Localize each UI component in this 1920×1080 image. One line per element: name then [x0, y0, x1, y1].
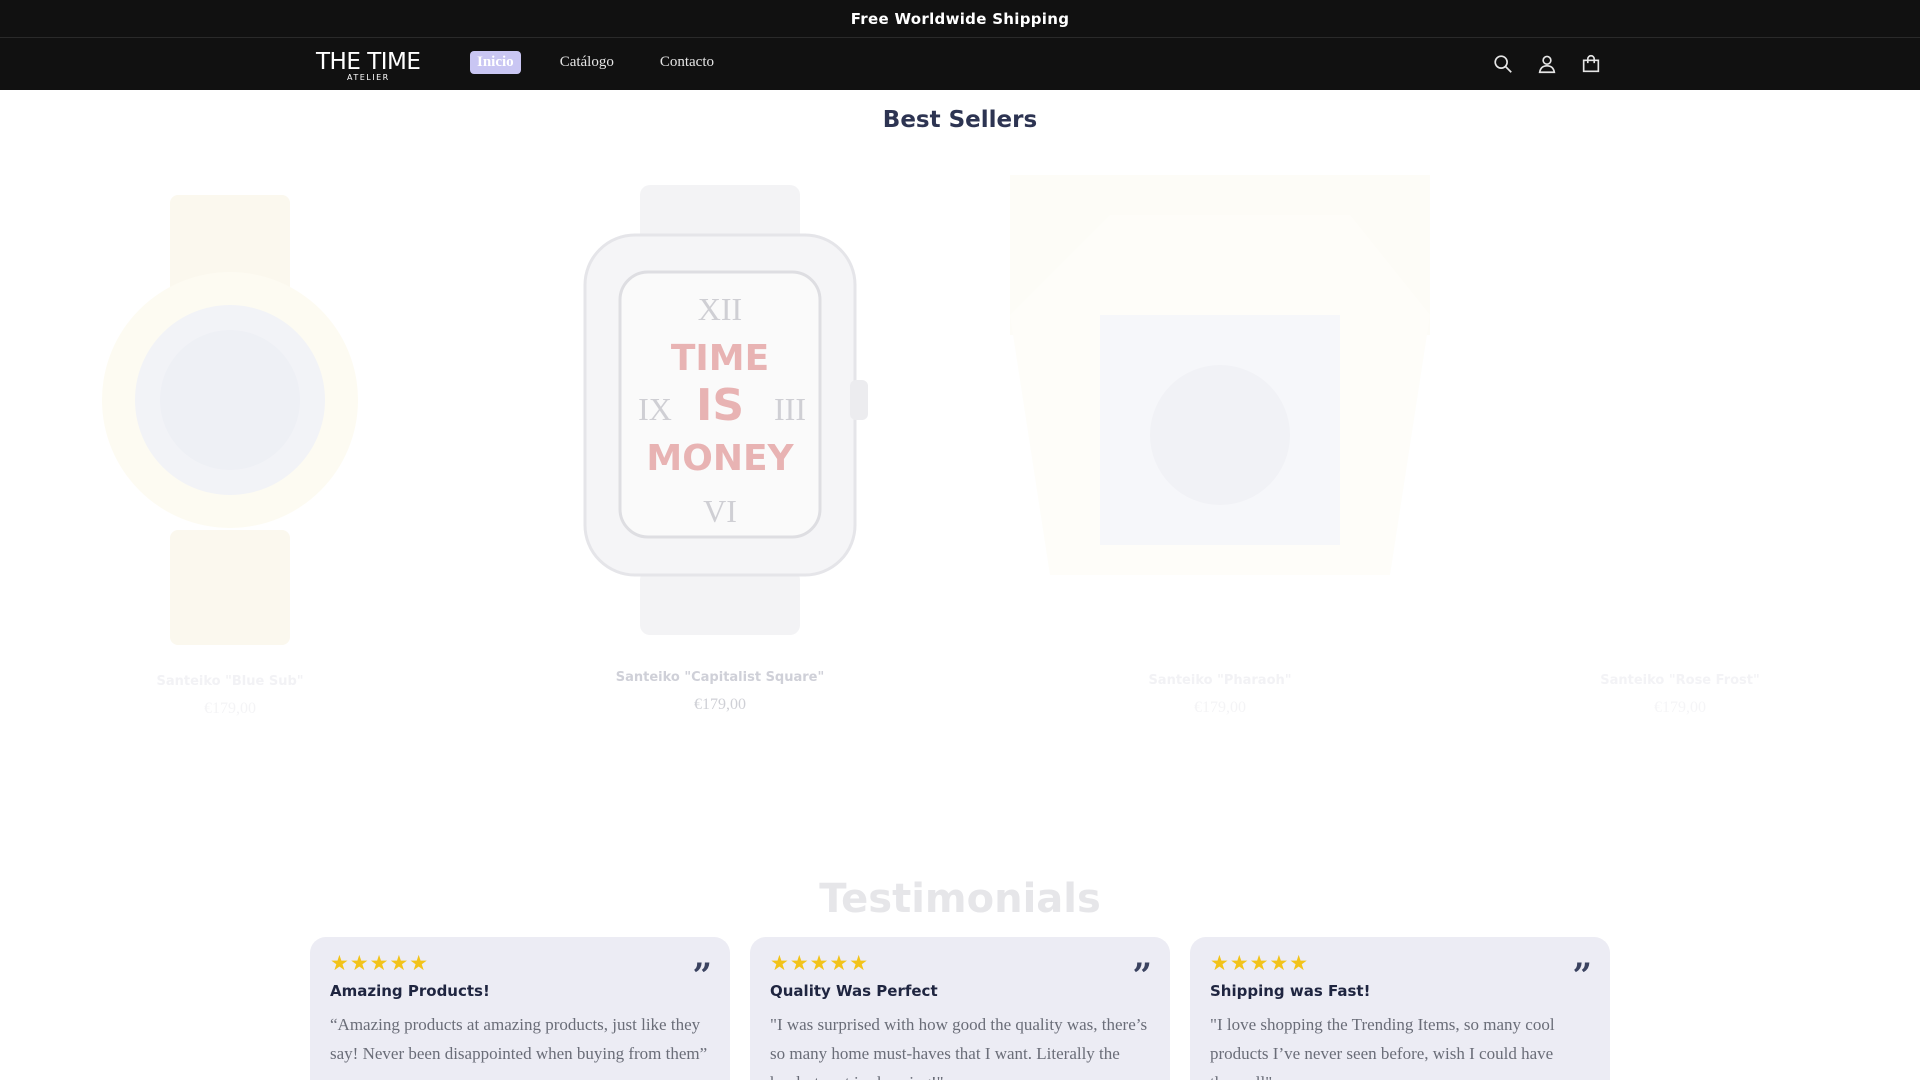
testimonials-title: Testimonials: [819, 876, 1101, 922]
svg-text:TIME: TIME: [671, 338, 769, 379]
announcement-bar: Free Worldwide Shipping: [0, 0, 1920, 38]
product-card[interactable]: Santeiko "Rose Frost" €179,00: [1560, 170, 1800, 730]
nav-item-inicio[interactable]: Inicio: [470, 51, 521, 74]
product-price: €179,00: [1194, 699, 1246, 716]
product-card[interactable]: Santeiko "Pharaoh" €179,00: [990, 170, 1450, 730]
logo[interactable]: THE TIME ATELIER: [316, 50, 426, 84]
main-nav: Inicio Catálogo Contacto: [470, 51, 753, 74]
product-image: [1010, 175, 1430, 575]
product-card[interactable]: XII VI IX III TIME IS MONEY Santeiko "Ca…: [560, 170, 880, 730]
product-price: €179,00: [694, 696, 746, 713]
nav-item-catalogo[interactable]: Catálogo: [553, 51, 621, 74]
testimonial-text: "I was surprised with how good the quali…: [770, 1015, 1148, 1080]
testimonial-card: ★★★★★ ” Quality Was Perfect "I was surpr…: [750, 937, 1170, 1080]
quote-icon: ”: [692, 956, 712, 996]
account-icon[interactable]: [1534, 51, 1560, 77]
best-sellers-title: Best Sellers: [882, 107, 1038, 133]
product-name: Santeiko "Rose Frost": [1600, 673, 1760, 688]
svg-text:MONEY: MONEY: [646, 438, 794, 479]
testimonial-text: "I love shopping the Trending Items, so …: [1210, 1015, 1555, 1080]
svg-text:XII: XII: [698, 291, 742, 327]
testimonial-card: ★★★★★ ” Amazing Products! “Amazing produ…: [310, 937, 730, 1080]
cart-icon[interactable]: [1578, 51, 1604, 77]
star-rating: ★★★★★: [1210, 951, 1310, 975]
star-rating: ★★★★★: [770, 951, 870, 975]
product-image: [102, 195, 358, 645]
search-icon[interactable]: [1490, 51, 1516, 77]
product-image: XII VI IX III TIME IS MONEY: [583, 185, 868, 635]
svg-text:VI: VI: [703, 493, 737, 529]
product-name: Santeiko "Pharaoh": [1148, 673, 1292, 688]
product-name: Santeiko "Capitalist Square": [615, 670, 825, 685]
site-header: THE TIME ATELIER Inicio Catálogo Contact…: [0, 38, 1920, 90]
testimonial-card: ★★★★★ ” Shipping was Fast! "I love shopp…: [1190, 937, 1610, 1080]
star-rating: ★★★★★: [330, 951, 430, 975]
testimonial-title: Quality Was Perfect: [770, 982, 938, 1000]
quote-icon: ”: [1572, 956, 1592, 996]
svg-text:III: III: [774, 391, 806, 427]
product-card[interactable]: Santeiko "Blue Sub" €179,00: [100, 180, 360, 720]
quote-icon: ”: [1132, 956, 1152, 996]
testimonial-title: Amazing Products!: [330, 982, 490, 1000]
product-name: Santeiko "Blue Sub": [156, 674, 304, 689]
nav-item-contacto[interactable]: Contacto: [653, 51, 721, 74]
logo-sub-text: ATELIER: [347, 73, 390, 82]
logo-main-text: THE TIME: [316, 49, 421, 75]
product-price: €179,00: [1654, 699, 1706, 716]
announcement-text: Free Worldwide Shipping: [850, 9, 1070, 28]
testimonial-title: Shipping was Fast!: [1210, 982, 1371, 1000]
svg-text:IX: IX: [638, 391, 672, 427]
testimonial-text: “Amazing products at amazing products, j…: [330, 1015, 708, 1063]
product-price: €179,00: [204, 700, 256, 717]
svg-text:IS: IS: [696, 380, 744, 431]
